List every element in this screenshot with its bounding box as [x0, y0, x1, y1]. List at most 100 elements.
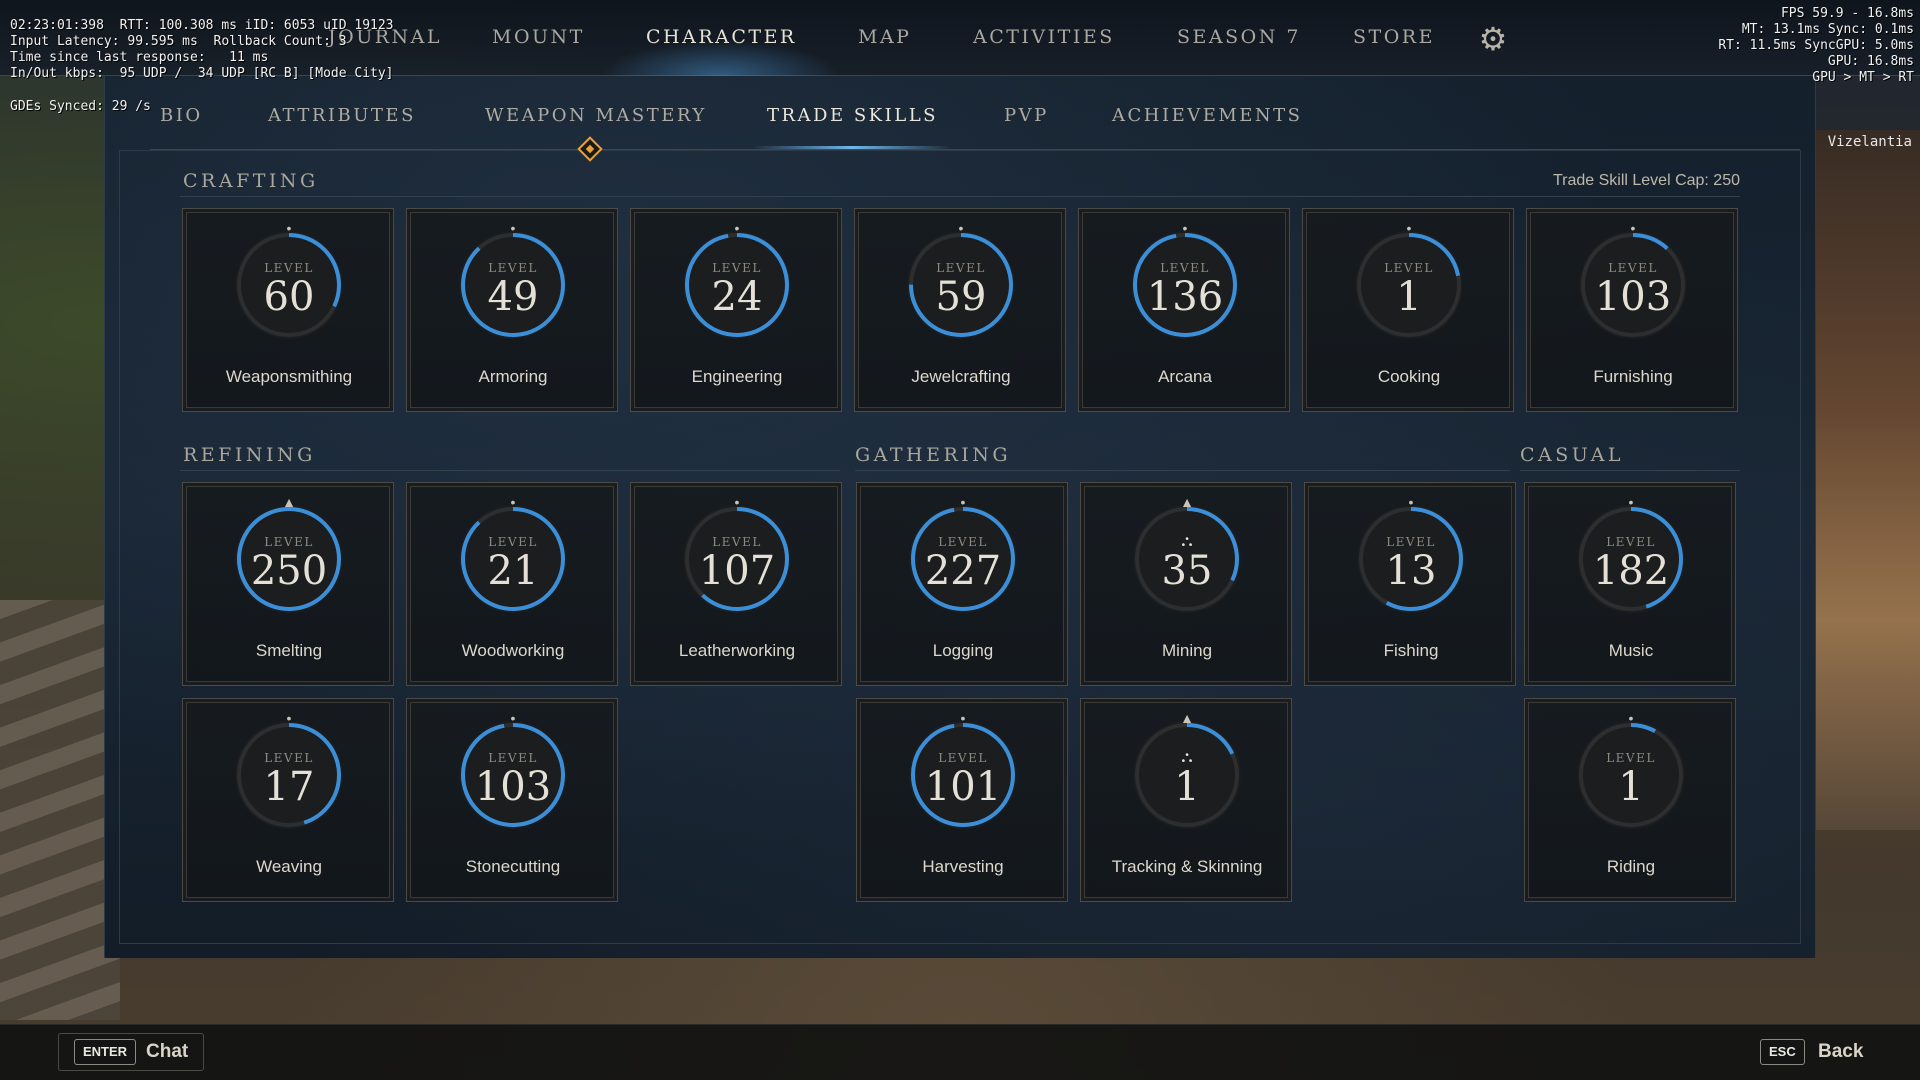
skill-name: Leatherworking: [678, 641, 796, 660]
skill-level-value: 136: [1146, 274, 1224, 320]
level-cap-label: Trade Skill Level Cap: 250: [1552, 172, 1740, 189]
skill-name: Armoring: [478, 367, 548, 386]
level-label: LEVEL: [264, 535, 314, 549]
subtab-achievements[interactable]: ACHIEVEMENTS: [1112, 105, 1303, 126]
level-label: LEVEL: [938, 535, 988, 549]
debug-gde-synced: GDEs Synced: 29 /s: [10, 99, 151, 114]
ring-top-marker-icon: ▲: [1180, 710, 1194, 726]
skill-level-value: 59: [935, 274, 987, 320]
section-title-refining: REFINING: [183, 444, 316, 466]
skill-level-value: 103: [474, 764, 552, 810]
level-label: LEVEL: [1606, 751, 1656, 765]
skill-level-value: 35: [1161, 548, 1213, 594]
esc-key-hint[interactable]: ESC: [1760, 1039, 1805, 1065]
player-nameplate: Vizelantia: [1827, 134, 1912, 150]
skill-card-jewelcrafting[interactable]: • LEVEL 59 Jewelcrafting: [854, 208, 1066, 412]
skill-level-value: 1: [1618, 764, 1644, 810]
level-label: LEVEL: [1386, 535, 1436, 549]
ring-top-marker-icon: ▲: [1180, 494, 1194, 510]
level-label: LEVEL: [488, 751, 538, 765]
skill-card-harvesting[interactable]: • LEVEL 101 Harvesting: [856, 698, 1068, 902]
skill-name: Riding: [1606, 857, 1656, 876]
skill-card-armoring[interactable]: • LEVEL 49 Armoring: [406, 208, 618, 412]
subtab-trade-skills[interactable]: TRADE SKILLS: [767, 105, 938, 126]
skill-name: Arcana: [1158, 367, 1212, 386]
skill-card-riding[interactable]: • LEVEL 1 Riding: [1524, 698, 1736, 902]
skill-name: Weaponsmithing: [225, 367, 353, 386]
debug-network-stats: 02:23:01:398 RTT: 100.308 ms iID: 6053 u…: [10, 18, 394, 81]
section-title-gathering: GATHERING: [855, 444, 1012, 466]
skill-card-mining[interactable]: ▲ ⛬ 35 Mining: [1080, 482, 1292, 686]
ring-top-marker-icon: •: [1630, 220, 1636, 236]
skill-card-stonecutting[interactable]: • LEVEL 103 Stonecutting: [406, 698, 618, 902]
skill-card-smelting[interactable]: ▲ LEVEL 250 Smelting: [182, 482, 394, 686]
skill-card-engineering[interactable]: • LEVEL 24 Engineering: [630, 208, 842, 412]
level-label: LEVEL: [1160, 261, 1210, 275]
skill-name: Fishing: [1383, 641, 1439, 660]
skill-card-cooking[interactable]: • LEVEL 1 Cooking: [1302, 208, 1514, 412]
skill-level-value: 24: [711, 274, 763, 320]
ring-top-marker-icon: •: [1408, 494, 1414, 510]
tab-activities[interactable]: ACTIVITIES: [973, 26, 1115, 48]
skill-level-value: 21: [487, 548, 539, 594]
level-label: LEVEL: [938, 751, 988, 765]
ring-top-marker-icon: •: [510, 220, 516, 236]
skill-card-fishing[interactable]: • LEVEL 13 Fishing: [1304, 482, 1516, 686]
refining-divider: [180, 470, 840, 471]
skill-card-tracking-skinning[interactable]: ▲ ⛬ 1 Tracking & Skinning: [1080, 698, 1292, 902]
level-label: LEVEL: [712, 261, 762, 275]
skill-name: Stonecutting: [465, 857, 561, 876]
ring-top-marker-icon: •: [1628, 710, 1634, 726]
skill-card-woodworking[interactable]: • LEVEL 21 Woodworking: [406, 482, 618, 686]
ring-top-marker-icon: •: [734, 220, 740, 236]
ring-top-marker-icon: •: [510, 710, 516, 726]
skill-level-value: 182: [1592, 548, 1670, 594]
skill-card-weaving[interactable]: • LEVEL 17 Weaving: [182, 698, 394, 902]
subtab-pvp[interactable]: PVP: [1004, 105, 1049, 126]
level-label: LEVEL: [936, 261, 986, 275]
skill-card-music[interactable]: • LEVEL 182 Music: [1524, 482, 1736, 686]
skill-level-value: 250: [250, 548, 328, 594]
background-scenery-right: [1810, 130, 1920, 830]
ring-top-marker-icon: •: [1628, 494, 1634, 510]
level-label: LEVEL: [1608, 261, 1658, 275]
skill-card-arcana[interactable]: • LEVEL 136 Arcana: [1078, 208, 1290, 412]
skill-card-furnishing[interactable]: • LEVEL 103 Furnishing: [1526, 208, 1738, 412]
skill-card-weaponsmithing[interactable]: • LEVEL 60 Weaponsmithing: [182, 208, 394, 412]
skill-name: Mining: [1161, 641, 1213, 660]
section-title-casual: CASUAL: [1520, 444, 1625, 466]
skill-level-value: 107: [698, 548, 776, 594]
debug-frame-stats: FPS 59.9 - 16.8ms MT: 13.1ms Sync: 0.1ms…: [1718, 6, 1914, 85]
level-label: LEVEL: [264, 261, 314, 275]
subtab-weapon-mastery[interactable]: WEAPON MASTERY: [485, 105, 707, 126]
background-stairs: [0, 600, 120, 1020]
tab-map[interactable]: MAP: [858, 26, 911, 48]
level-label: LEVEL: [712, 535, 762, 549]
ring-top-marker-icon: •: [1406, 220, 1412, 236]
ring-top-marker-icon: •: [960, 710, 966, 726]
ring-top-marker-icon: •: [510, 494, 516, 510]
subtab-bio[interactable]: BIO: [160, 105, 203, 126]
ring-top-marker-icon: •: [286, 710, 292, 726]
skill-name: Jewelcrafting: [911, 367, 1011, 386]
chat-label: Chat: [146, 1041, 189, 1062]
skill-card-logging[interactable]: • LEVEL 227 Logging: [856, 482, 1068, 686]
tab-season[interactable]: SEASON 7: [1177, 26, 1301, 48]
skill-card-leatherworking[interactable]: • LEVEL 107 Leatherworking: [630, 482, 842, 686]
ring-top-marker-icon: •: [1182, 220, 1188, 236]
tab-character[interactable]: CHARACTER: [646, 26, 797, 48]
level-label: LEVEL: [488, 535, 538, 549]
skill-level-value: 1: [1174, 764, 1200, 810]
settings-gear-icon[interactable]: ⚙: [1476, 22, 1510, 56]
ring-top-marker-icon: •: [958, 220, 964, 236]
back-label[interactable]: Back: [1818, 1041, 1863, 1063]
tab-mount[interactable]: MOUNT: [492, 26, 585, 48]
enter-key-hint: ENTER: [74, 1039, 137, 1065]
skill-name: Tracking & Skinning: [1111, 857, 1263, 876]
skill-name: Engineering: [691, 367, 783, 386]
casual-divider: [1520, 470, 1740, 471]
skill-name: Harvesting: [922, 857, 1004, 876]
subtab-attributes[interactable]: ATTRIBUTES: [268, 105, 416, 126]
level-label: LEVEL: [264, 751, 314, 765]
tab-store[interactable]: STORE: [1353, 26, 1435, 48]
